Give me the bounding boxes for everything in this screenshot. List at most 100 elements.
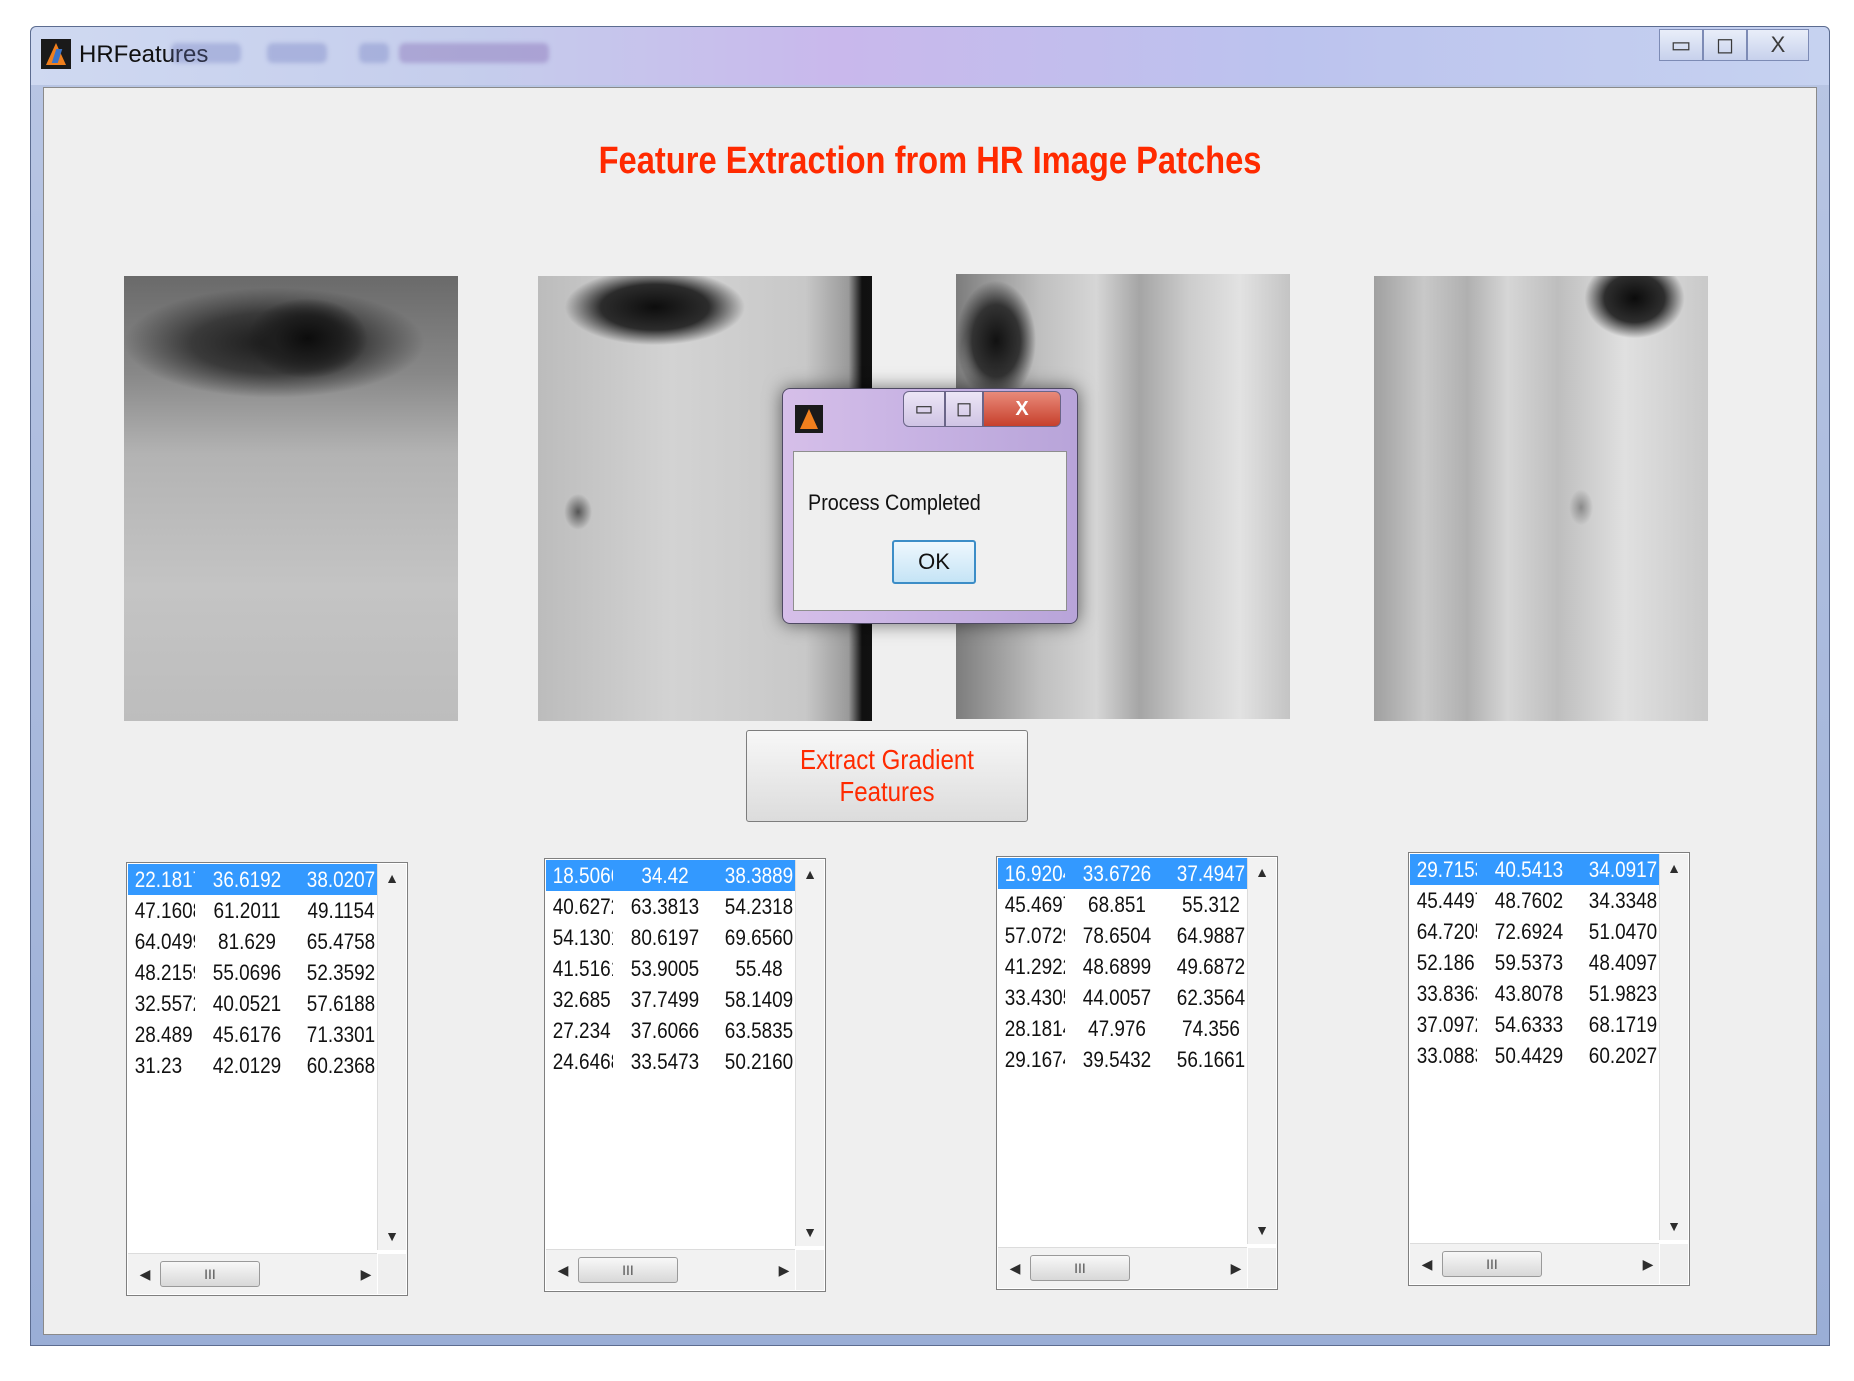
list-row-selected[interactable]: 16.9204 33.6726 37.4947	[998, 858, 1247, 889]
list-cell: 43.8078	[1494, 981, 1564, 1006]
scroll-right-arrow-icon[interactable]: ▶	[773, 1258, 795, 1282]
feature-listbox-1[interactable]: 22.1817 36.6192 38.0207 47.1608 61.2011 49.1…	[126, 862, 408, 1296]
scroll-up-arrow-icon[interactable]: ▲	[796, 862, 824, 886]
minimize-button[interactable]: ▭	[1659, 29, 1703, 61]
list-row[interactable]: 40.6272 63.3813 54.2318	[546, 891, 795, 922]
scrollbar-corner	[1248, 1248, 1276, 1288]
horizontal-scrollbar[interactable]: ◀ III ▶	[128, 1253, 377, 1294]
list-row[interactable]: 48.2159 55.0696 52.3592	[128, 957, 377, 988]
list-cell: 53.9005	[630, 956, 700, 981]
close-button[interactable]: X	[1747, 29, 1809, 61]
list-row[interactable]: 33.4305 44.0057 62.3564	[998, 982, 1247, 1013]
horizontal-scrollbar[interactable]: ◀ III ▶	[1410, 1243, 1659, 1284]
list-row[interactable]: 27.234 37.6066 63.5835	[546, 1015, 795, 1046]
feature-listbox-4[interactable]: 29.7153 40.5413 34.0917 45.4497 48.7602 34.3…	[1408, 852, 1690, 1286]
list-row[interactable]: 32.5572 40.0521 57.6188	[128, 988, 377, 1019]
list-row[interactable]: 24.6468 33.5473 50.2160	[546, 1046, 795, 1077]
horizontal-scrollbar[interactable]: ◀ III ▶	[998, 1247, 1247, 1288]
scroll-thumb[interactable]: III	[1442, 1251, 1542, 1277]
list-cell: 48.7602	[1494, 888, 1564, 913]
scroll-down-arrow-icon[interactable]: ▼	[378, 1224, 406, 1248]
feature-listbox-3[interactable]: 16.9204 33.6726 37.4947 45.4697 68.851 55.31…	[996, 856, 1278, 1290]
scroll-up-arrow-icon[interactable]: ▲	[378, 866, 406, 890]
list-row[interactable]: 47.1608 61.2011 49.1154	[128, 895, 377, 926]
list-row[interactable]: 64.7205 72.6924 51.0470	[1410, 916, 1659, 947]
scroll-thumb[interactable]: III	[578, 1257, 678, 1283]
list-row[interactable]: 32.685 37.7499 58.1409	[546, 984, 795, 1015]
dialog-close-button[interactable]: X	[983, 391, 1061, 427]
list-row[interactable]: 41.2922 48.6899 49.6872	[998, 951, 1247, 982]
list-cell: 56.1661	[1176, 1047, 1246, 1072]
list-cell: 74.356	[1182, 1016, 1240, 1041]
scroll-right-arrow-icon[interactable]: ▶	[355, 1262, 377, 1286]
scrollbar-corner	[796, 1250, 824, 1290]
scroll-up-arrow-icon[interactable]: ▲	[1660, 856, 1688, 880]
list-row[interactable]: 31.23 42.0129 60.2368	[128, 1050, 377, 1081]
dialog-maximize-button[interactable]: ◻	[945, 391, 983, 427]
scroll-left-arrow-icon[interactable]: ◀	[1416, 1252, 1438, 1276]
list-row[interactable]: 28.489 45.6176 71.3301	[128, 1019, 377, 1050]
list-cell: 54.1301	[552, 925, 613, 950]
list-row-selected[interactable]: 29.7153 40.5413 34.0917	[1410, 854, 1659, 885]
list-cell: 63.5835	[724, 1018, 794, 1043]
ok-button[interactable]: OK	[892, 540, 976, 584]
feature-listbox-2[interactable]: 18.5066 34.42 38.3889 40.6272 63.3813 54.231…	[544, 858, 826, 1292]
list-row[interactable]: 54.1301 80.6197 69.6560	[546, 922, 795, 953]
scroll-down-arrow-icon[interactable]: ▼	[1660, 1214, 1688, 1238]
list-cell: 41.2922	[1004, 954, 1065, 979]
list-cell: 48.6899	[1082, 954, 1152, 979]
extract-gradient-features-button[interactable]: Extract Gradient Features	[746, 730, 1028, 822]
scroll-down-arrow-icon[interactable]: ▼	[1248, 1218, 1276, 1242]
vertical-scrollbar[interactable]: ▲ ▼	[1247, 858, 1276, 1244]
list-row[interactable]: 33.8363 43.8078 51.9823	[1410, 978, 1659, 1009]
listbox-rows: 16.9204 33.6726 37.4947 45.4697 68.851 55.31…	[998, 858, 1247, 1244]
list-row[interactable]: 45.4497 48.7602 34.3348	[1410, 885, 1659, 916]
list-cell: 55.48	[735, 956, 783, 981]
scroll-thumb[interactable]: III	[1030, 1255, 1130, 1281]
list-row-selected[interactable]: 22.1817 36.6192 38.0207	[128, 864, 377, 895]
list-row[interactable]: 45.4697 68.851 55.312	[998, 889, 1247, 920]
list-cell: 72.6924	[1494, 919, 1564, 944]
process-completed-dialog[interactable]: ▭ ◻ X Process Completed OK	[782, 388, 1078, 624]
list-cell: 54.2318	[724, 894, 794, 919]
maximize-button[interactable]: ◻	[1703, 29, 1747, 61]
vertical-scrollbar[interactable]: ▲ ▼	[377, 864, 406, 1250]
list-row[interactable]: 29.1674 39.5432 56.1661	[998, 1044, 1247, 1075]
vertical-scrollbar[interactable]: ▲ ▼	[1659, 854, 1688, 1240]
scroll-left-arrow-icon[interactable]: ◀	[552, 1258, 574, 1282]
title-bar[interactable]: HRFeatures ▭ ◻ X	[31, 27, 1829, 85]
scroll-down-arrow-icon[interactable]: ▼	[796, 1220, 824, 1244]
list-row[interactable]: 28.1814 47.976 74.356	[998, 1013, 1247, 1044]
list-row[interactable]: 64.0499 81.629 65.4758	[128, 926, 377, 957]
list-cell: 32.685	[552, 987, 611, 1012]
scrollbar-corner	[1660, 1244, 1688, 1284]
scroll-left-arrow-icon[interactable]: ◀	[134, 1262, 156, 1286]
scroll-left-arrow-icon[interactable]: ◀	[1004, 1256, 1026, 1280]
list-row[interactable]: 52.186 59.5373 48.4097	[1410, 947, 1659, 978]
list-cell: 54.6333	[1494, 1012, 1564, 1037]
page-title: Feature Extraction from HR Image Patches	[598, 140, 1262, 182]
scroll-right-arrow-icon[interactable]: ▶	[1637, 1252, 1659, 1276]
list-cell: 50.4429	[1494, 1043, 1564, 1068]
list-cell: 60.2027	[1588, 1043, 1658, 1068]
list-cell: 31.23	[134, 1053, 183, 1078]
list-cell: 57.6188	[306, 991, 376, 1016]
list-cell: 33.8363	[1416, 981, 1477, 1006]
list-cell: 37.4947	[1176, 861, 1246, 886]
list-row[interactable]: 57.0729 78.6504 64.9887	[998, 920, 1247, 951]
list-row[interactable]: 41.5161 53.9005 55.48	[546, 953, 795, 984]
list-row[interactable]: 37.0972 54.6333 68.1719	[1410, 1009, 1659, 1040]
list-row[interactable]: 33.0883 50.4429 60.2027	[1410, 1040, 1659, 1071]
dialog-minimize-button[interactable]: ▭	[903, 391, 945, 427]
vertical-scrollbar[interactable]: ▲ ▼	[795, 860, 824, 1246]
scroll-up-arrow-icon[interactable]: ▲	[1248, 860, 1276, 884]
list-cell: 55.312	[1182, 892, 1240, 917]
list-cell: 22.1817	[134, 867, 195, 892]
list-cell: 52.3592	[306, 960, 376, 985]
figure-client-area: Feature Extraction from HR Image Patches…	[43, 87, 1817, 1335]
list-cell: 24.6468	[552, 1049, 613, 1074]
list-row-selected[interactable]: 18.5066 34.42 38.3889	[546, 860, 795, 891]
scroll-thumb[interactable]: III	[160, 1261, 260, 1287]
scroll-right-arrow-icon[interactable]: ▶	[1225, 1256, 1247, 1280]
horizontal-scrollbar[interactable]: ◀ III ▶	[546, 1249, 795, 1290]
